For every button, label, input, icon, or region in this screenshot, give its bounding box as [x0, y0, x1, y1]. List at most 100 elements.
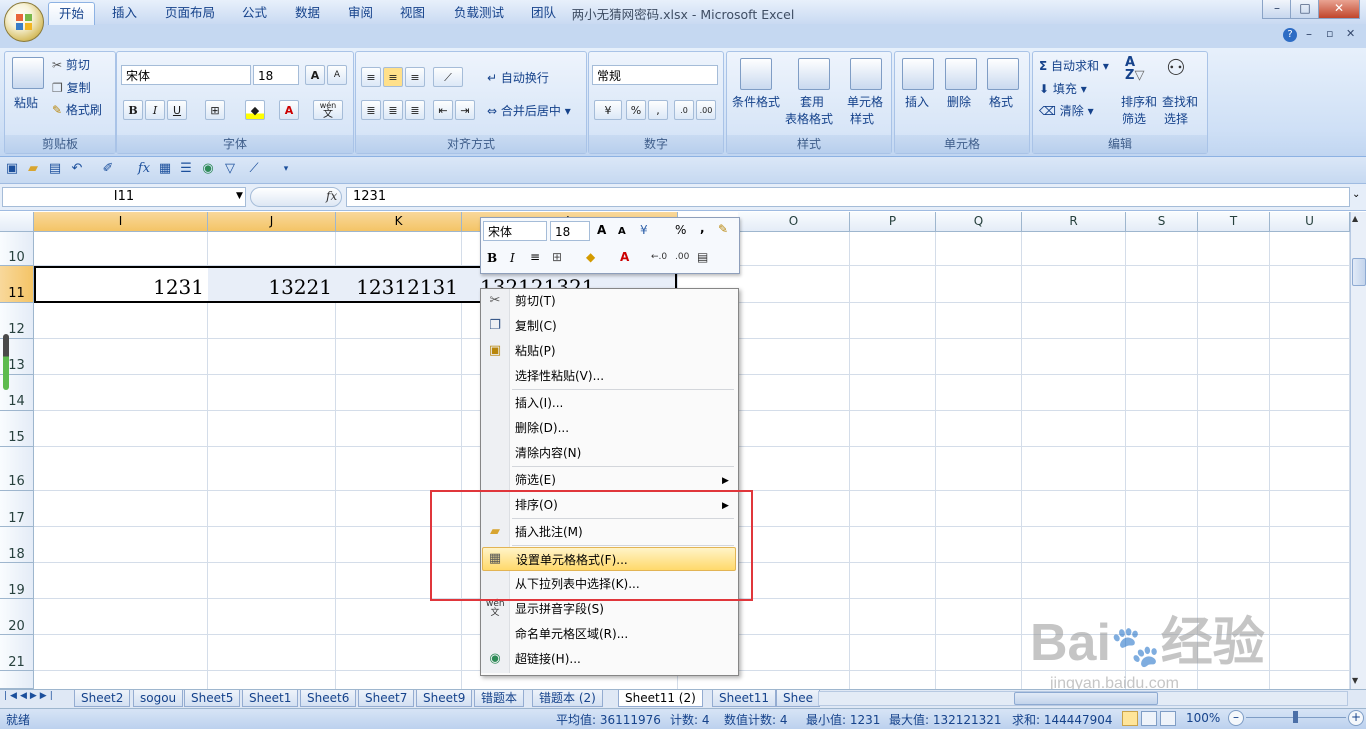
select-all-corner[interactable]	[0, 212, 34, 232]
tab-data[interactable]: 数据	[285, 2, 330, 24]
column-header-p[interactable]: P	[850, 212, 936, 232]
table-format-button-line2[interactable]: 表格格式	[785, 110, 833, 127]
paste-button[interactable]: 粘贴	[14, 94, 38, 111]
zoom-level[interactable]: 100%	[1186, 711, 1220, 725]
tab-page-layout[interactable]: 页面布局	[155, 2, 225, 24]
ribbon-restore-icon[interactable]: ▫	[1326, 27, 1333, 40]
format-cells-ribbon-icon[interactable]	[987, 58, 1019, 90]
insert-cells-icon[interactable]	[902, 58, 934, 90]
insert-function-button[interactable]: fx	[326, 189, 337, 203]
currency-icon[interactable]: ¥	[594, 100, 622, 120]
row-header-11[interactable]: 11	[0, 266, 34, 303]
tab-review[interactable]: 审阅	[338, 2, 383, 24]
sheet-tab-sheet6[interactable]: Sheet6	[300, 690, 357, 707]
format-cells-ribbon-button[interactable]: 格式	[989, 93, 1013, 110]
globe-icon[interactable]: ◉	[200, 161, 216, 177]
row-header-16[interactable]: 16	[0, 447, 34, 491]
mini-grow-font-icon[interactable]: A	[597, 223, 606, 237]
zoom-out-icon[interactable]: –	[1228, 710, 1244, 726]
align-top-icon[interactable]: ≡	[361, 67, 381, 87]
find-select-button[interactable]: 查找和	[1162, 93, 1198, 110]
mini-percent-button[interactable]: %	[675, 223, 686, 237]
menu-item-cut[interactable]: 剪切(T)	[510, 289, 735, 313]
phonetic-guide-icon[interactable]: wén 文	[313, 100, 343, 120]
decrease-indent-icon[interactable]: ⇤	[433, 100, 453, 120]
print-preview-icon[interactable]: ▤	[47, 161, 63, 177]
mini-format-painter-icon[interactable]: ✎	[718, 222, 728, 236]
menu-item-clear-contents[interactable]: 清除内容(N)	[510, 441, 735, 465]
sheet-tab-cuotiben[interactable]: 错题本	[474, 690, 525, 707]
borders-icon[interactable]: ⊞	[205, 100, 225, 120]
sheet-tab-sheet2[interactable]: Sheet2	[74, 690, 131, 707]
mini-comma-button[interactable]: ,	[700, 221, 705, 235]
sheet-tab-sheet1[interactable]: Sheet1	[242, 690, 299, 707]
underline-button[interactable]: U	[167, 100, 187, 120]
tab-view[interactable]: 视图	[390, 2, 435, 24]
mini-center-icon[interactable]: ≡	[530, 250, 540, 264]
delete-cells-button[interactable]: 删除	[947, 93, 971, 110]
sheet-tab-sheet7[interactable]: Sheet7	[358, 690, 415, 707]
list-icon[interactable]: ☰	[178, 161, 194, 177]
shrink-font-button[interactable]: A	[327, 65, 347, 85]
tab-insert[interactable]: 插入	[102, 2, 147, 24]
row-header-21[interactable]: 21	[0, 635, 34, 671]
sheet-tab-sheet11[interactable]: Sheet11	[712, 690, 776, 707]
conditional-format-button[interactable]: 条件格式	[732, 93, 780, 110]
orientation-qat-icon[interactable]: ⟋	[246, 161, 262, 177]
page-break-view-icon[interactable]	[1160, 711, 1176, 726]
font-name-combo[interactable]: 宋体	[121, 65, 251, 85]
cell-styles-button[interactable]: 单元格	[847, 93, 883, 110]
column-header-q[interactable]: Q	[936, 212, 1022, 232]
row-header-22[interactable]	[0, 671, 34, 689]
sheet-tab-sheet9[interactable]: Sheet9	[416, 690, 473, 707]
column-header-t[interactable]: T	[1198, 212, 1270, 232]
row-header-20[interactable]: 20	[0, 599, 34, 635]
tab-home[interactable]: 开始	[48, 2, 96, 25]
ribbon-close-icon[interactable]: ✕	[1346, 27, 1355, 40]
row-header-15[interactable]: 15	[0, 411, 34, 447]
clear-button[interactable]: ⌫ 清除 ▾	[1039, 102, 1094, 119]
align-center-icon[interactable]: ≣	[383, 100, 403, 120]
percent-button[interactable]: %	[626, 100, 646, 120]
tab-formulas[interactable]: 公式	[232, 2, 277, 24]
grid-icon[interactable]: ▦	[157, 161, 173, 177]
mini-merge-icon[interactable]: ▤	[697, 250, 708, 264]
paste-icon[interactable]	[12, 57, 44, 89]
scroll-thumb[interactable]	[1352, 258, 1366, 286]
mini-currency-icon[interactable]: ¥	[640, 223, 648, 237]
menu-item-hyperlink[interactable]: 超链接(H)...	[510, 647, 735, 671]
fill-button[interactable]: ⬇ 填充 ▾	[1039, 80, 1087, 97]
function-icon[interactable]: fx	[136, 161, 152, 177]
cell-styles-icon[interactable]	[850, 58, 882, 90]
ribbon-minimize-icon[interactable]: –	[1306, 27, 1312, 41]
decrease-decimal-button[interactable]: .00	[696, 100, 716, 120]
column-header-u[interactable]: U	[1270, 212, 1350, 232]
column-header-i[interactable]: I	[34, 212, 208, 232]
cut-button[interactable]: ✂ 剪切	[52, 56, 90, 73]
mini-shrink-font-icon[interactable]: A	[618, 226, 626, 237]
column-header-o[interactable]: O	[738, 212, 850, 232]
sheet-tab-sheet11-2[interactable]: Sheet11 (2)	[618, 690, 703, 707]
table-format-button[interactable]: 套用	[800, 93, 824, 110]
find-select-button-line2[interactable]: 选择	[1164, 110, 1188, 127]
sheet-tab-sheet5[interactable]: Sheet5	[184, 690, 241, 707]
customize-qat-icon[interactable]: ▾	[278, 161, 294, 177]
menu-item-filter[interactable]: 筛选(E)	[510, 468, 735, 492]
mini-font-combo[interactable]: 宋体	[483, 221, 547, 241]
formula-input[interactable]: 1231	[346, 187, 1350, 207]
sheet-tab-shee[interactable]: Shee	[776, 690, 820, 707]
name-box[interactable]: I11	[2, 187, 246, 207]
tab-team[interactable]: 团队	[521, 2, 566, 24]
wrap-text-button[interactable]: ↵ 自动换行	[487, 69, 549, 86]
zoom-slider-thumb[interactable]	[1293, 711, 1298, 723]
row-header-19[interactable]: 19	[0, 563, 34, 599]
font-size-combo[interactable]: 18	[253, 65, 299, 85]
open-folder-icon[interactable]: ▰	[25, 161, 41, 177]
horizontal-scroll-thumb[interactable]	[1014, 692, 1158, 705]
expand-formula-bar-icon[interactable]: ⌄	[1352, 189, 1360, 200]
cell-styles-button-line2[interactable]: 样式	[850, 110, 874, 127]
align-left-icon[interactable]: ≣	[361, 100, 381, 120]
italic-button[interactable]: I	[145, 100, 165, 120]
menu-item-paste-special[interactable]: 选择性粘贴(V)...	[510, 364, 735, 388]
sheet-nav-icons[interactable]: |◀◀▶▶|	[4, 691, 56, 701]
